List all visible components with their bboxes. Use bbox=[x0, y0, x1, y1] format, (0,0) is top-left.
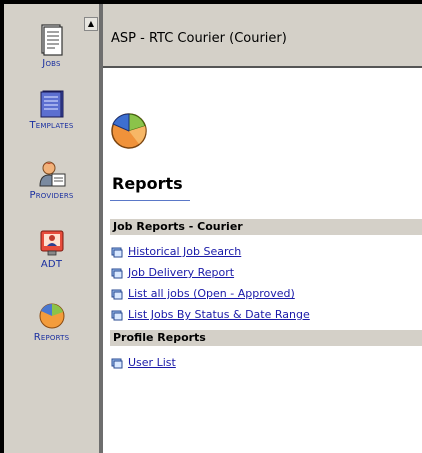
sidebar-item-jobs[interactable]: Jobs bbox=[4, 23, 99, 69]
header: ASP - RTC Courier (Courier) bbox=[103, 4, 422, 68]
link-label: List all jobs (Open - Approved) bbox=[128, 287, 295, 300]
sidebar-item-label: Templates bbox=[29, 120, 74, 131]
sidebar-item-label: Reports bbox=[33, 332, 70, 343]
adt-icon bbox=[40, 230, 63, 256]
link-user-list[interactable]: User List bbox=[111, 356, 176, 369]
sidebar-item-providers[interactable]: Providers bbox=[4, 159, 99, 201]
link-job-delivery-report[interactable]: Job Delivery Report bbox=[111, 266, 234, 279]
report-link-icon bbox=[111, 358, 123, 368]
link-label: User List bbox=[128, 356, 176, 369]
link-list-jobs-by-status[interactable]: List Jobs By Status & Date Range bbox=[111, 308, 310, 321]
reports-heading: Reports bbox=[112, 174, 183, 193]
sidebar: ▲ Jobs Templates Providers ADT Reports bbox=[4, 4, 99, 453]
report-link-icon bbox=[111, 310, 123, 320]
link-label: Historical Job Search bbox=[128, 245, 242, 258]
report-link-icon bbox=[111, 268, 123, 278]
page-title: ASP - RTC Courier (Courier) bbox=[111, 31, 287, 46]
link-list-all-jobs[interactable]: List all jobs (Open - Approved) bbox=[111, 287, 295, 300]
sidebar-item-label: Providers bbox=[29, 190, 74, 201]
report-link-icon bbox=[111, 247, 123, 257]
report-link-icon bbox=[111, 289, 123, 299]
sidebar-item-label: Jobs bbox=[42, 58, 61, 69]
document-icon bbox=[40, 24, 63, 56]
link-label: Job Delivery Report bbox=[128, 266, 235, 279]
sidebar-item-templates[interactable]: Templates bbox=[4, 89, 99, 131]
section-job-reports: Job Reports - Courier bbox=[110, 219, 422, 235]
sidebar-item-adt[interactable]: ADT bbox=[4, 228, 99, 270]
reports-icon bbox=[39, 303, 64, 329]
link-historical-job-search[interactable]: Historical Job Search bbox=[111, 245, 241, 258]
providers-icon bbox=[38, 161, 65, 187]
sidebar-item-reports[interactable]: Reports bbox=[4, 301, 99, 343]
link-label: List Jobs By Status & Date Range bbox=[128, 308, 310, 321]
main-content: Reports Job Reports - Courier Historical… bbox=[103, 68, 422, 453]
reports-pie-icon bbox=[111, 113, 147, 149]
heading-underline bbox=[110, 200, 190, 201]
section-profile-reports: Profile Reports bbox=[110, 330, 422, 346]
sidebar-item-label: ADT bbox=[40, 259, 63, 270]
templates-icon bbox=[40, 90, 63, 118]
